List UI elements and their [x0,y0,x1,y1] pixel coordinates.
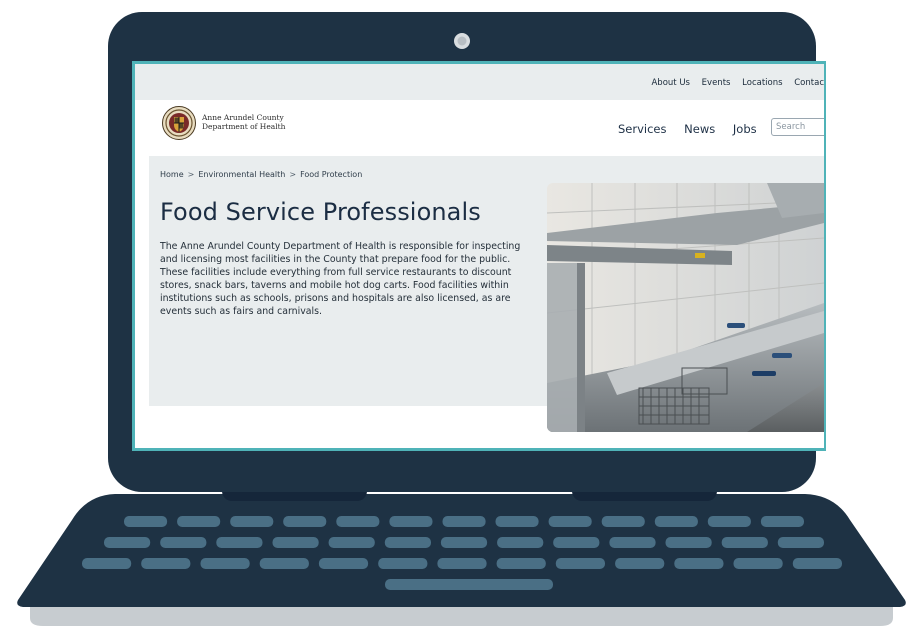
keyboard-key [615,558,665,569]
keyboard-key [555,558,605,569]
keyboard-key [336,516,380,527]
keyboard-key [495,516,539,527]
site-header: Anne Arundel County Department of Health… [149,100,824,156]
breadcrumb-separator: > [289,170,297,179]
keyboard-key [548,516,592,527]
keyboard-key [141,558,191,569]
keyboard-key [200,558,250,569]
search-input[interactable]: Search [771,118,824,136]
utility-link-contact[interactable]: Contac [794,78,824,88]
keyboard-key [82,558,132,569]
keyboard-key [389,516,433,527]
keyboard-key [177,516,221,527]
breadcrumb-separator: > [187,170,195,179]
keyboard-key [792,558,842,569]
utility-nav: About Us Events Locations Contac [642,78,824,88]
breadcrumb-food-protection: Food Protection [300,170,363,179]
breadcrumb-environmental-health[interactable]: Environmental Health [198,170,285,179]
commercial-kitchen-photo [547,183,824,432]
keyboard-deck [17,494,906,607]
keyboard-key [733,558,783,569]
keyboard-key [601,516,645,527]
keyboard-key [328,537,375,548]
keyboard-key [721,537,768,548]
browser-screen: About Us Events Locations Contac Anne Ar… [135,64,824,448]
logo-line-2: Department of Health [202,121,286,131]
keyboard-key [553,537,600,548]
keyboard-key [674,558,724,569]
keyboard-key [496,558,546,569]
keyboard-key [384,537,431,548]
laptop-base-bottom [30,604,893,626]
keyboard-key [318,558,369,569]
keyboard-key [230,516,274,527]
keyboard-key [378,558,428,569]
spacebar-key [385,579,553,590]
keyboard-key [437,558,487,569]
utility-link-locations[interactable]: Locations [742,78,782,88]
utility-bar: About Us Events Locations Contac [135,64,824,100]
nav-news[interactable]: News [684,122,715,136]
keyboard-key [777,537,824,548]
organization-name[interactable]: Anne Arundel County Department of Health [202,113,286,131]
keyboard-key [124,516,168,527]
county-seal-logo[interactable] [162,106,196,140]
keyboard-key [259,558,309,569]
utility-link-about[interactable]: About Us [651,78,689,88]
keyboard-key [654,516,698,527]
keyboard-key [707,516,751,527]
keyboard-key [272,537,319,548]
keyboard-key [497,537,544,548]
keyboard-key [442,516,486,527]
nav-jobs[interactable]: Jobs [733,122,757,136]
breadcrumb: Home > Environmental Health > Food Protectio… [160,170,362,179]
page-title: Food Service Professionals [160,198,481,226]
keyboard-key [104,537,151,548]
keyboard-key [216,537,263,548]
keyboard-key [440,537,488,548]
keyboard-key [760,516,804,527]
main-nav: Services News Jobs [618,122,771,136]
nav-services[interactable]: Services [618,122,667,136]
breadcrumb-home[interactable]: Home [160,170,184,179]
intro-paragraph: The Anne Arundel County Department of He… [160,241,521,317]
keyboard-key [665,537,712,548]
keyboard-key [160,537,207,548]
keyboard-key [283,516,327,527]
keyboard-key [609,537,656,548]
utility-link-events[interactable]: Events [702,78,731,88]
